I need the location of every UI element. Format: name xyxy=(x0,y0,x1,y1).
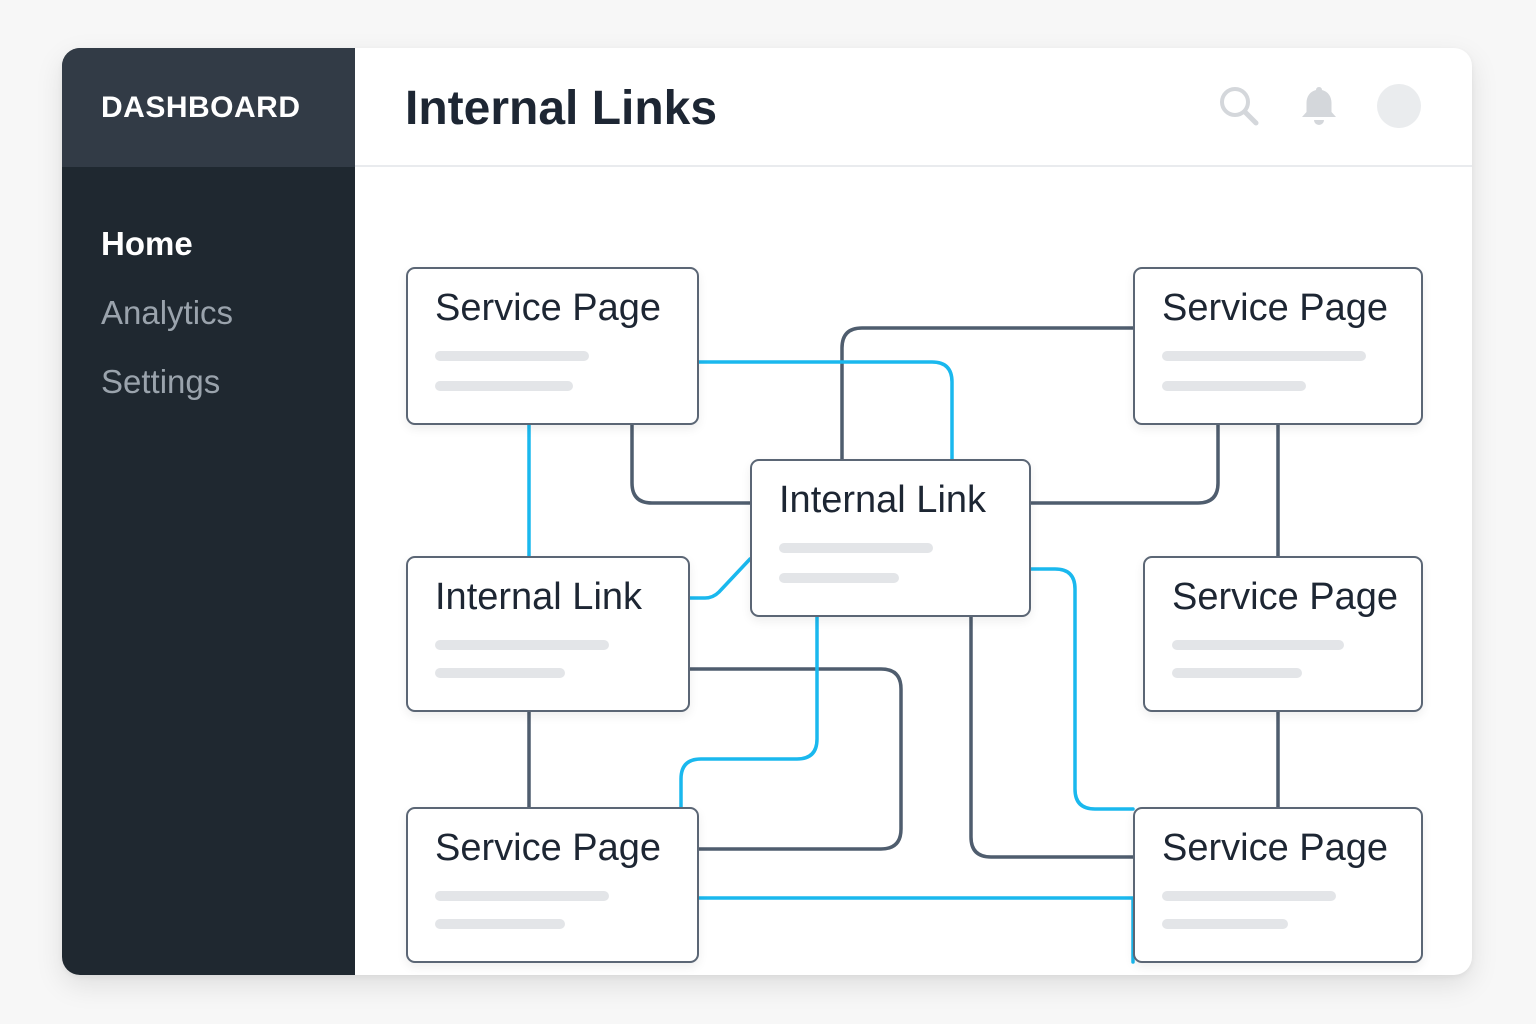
card-title: Service Page xyxy=(1162,287,1389,329)
main-content: Internal Links Service Page Service Page… xyxy=(355,48,1472,975)
card-title: Internal Link xyxy=(435,576,643,618)
service-page-card[interactable]: Service Page xyxy=(1143,556,1423,712)
placeholder-line xyxy=(435,891,609,901)
connector-blue xyxy=(1029,567,1135,811)
brand-title: DASHBOARD xyxy=(62,48,355,167)
internal-link-card[interactable]: Internal Link xyxy=(750,459,1031,617)
app-window: DASHBOARD Home Analytics Settings Intern… xyxy=(62,48,1472,975)
connector-blue xyxy=(688,557,752,600)
placeholder-line xyxy=(435,640,609,650)
service-page-card[interactable]: Service Page xyxy=(1133,807,1423,963)
internal-link-card[interactable]: Internal Link xyxy=(406,556,690,712)
connector-gray xyxy=(840,326,1135,461)
placeholder-line xyxy=(1162,891,1336,901)
card-title: Service Page xyxy=(435,827,662,869)
connector-gray xyxy=(1029,423,1220,505)
placeholder-line xyxy=(1162,351,1366,361)
card-title: Internal Link xyxy=(779,479,987,521)
header: Internal Links xyxy=(355,48,1472,167)
card-title: Service Page xyxy=(1162,827,1389,869)
search-icon[interactable] xyxy=(1217,84,1261,128)
page-title: Internal Links xyxy=(405,82,718,135)
bell-icon[interactable] xyxy=(1297,84,1341,128)
service-page-card[interactable]: Service Page xyxy=(1133,267,1423,425)
connector-blue xyxy=(697,360,954,461)
sidebar-item-analytics[interactable]: Analytics xyxy=(62,278,355,347)
sidebar-nav: Home Analytics Settings xyxy=(62,167,355,416)
connector-gray xyxy=(630,423,752,505)
placeholder-line xyxy=(779,573,899,583)
service-page-card[interactable]: Service Page xyxy=(406,267,699,425)
card-title: Service Page xyxy=(435,287,662,329)
connector-blue xyxy=(679,615,819,809)
service-page-card[interactable]: Service Page xyxy=(406,807,699,963)
placeholder-line xyxy=(1172,640,1344,650)
connector-blue xyxy=(697,896,1135,964)
avatar[interactable] xyxy=(1377,84,1421,128)
placeholder-line xyxy=(435,668,565,678)
link-diagram: Service Page Service Page Internal Link … xyxy=(355,167,1472,975)
card-title: Service Page xyxy=(1172,576,1399,618)
sidebar: DASHBOARD Home Analytics Settings xyxy=(62,48,355,975)
placeholder-line xyxy=(435,381,573,391)
sidebar-item-home[interactable]: Home xyxy=(62,209,355,278)
placeholder-line xyxy=(435,351,589,361)
placeholder-line xyxy=(435,919,565,929)
connector-gray xyxy=(969,615,1135,859)
sidebar-item-settings[interactable]: Settings xyxy=(62,347,355,416)
placeholder-line xyxy=(1172,668,1302,678)
placeholder-line xyxy=(779,543,933,553)
placeholder-line xyxy=(1162,919,1288,929)
placeholder-line xyxy=(1162,381,1306,391)
